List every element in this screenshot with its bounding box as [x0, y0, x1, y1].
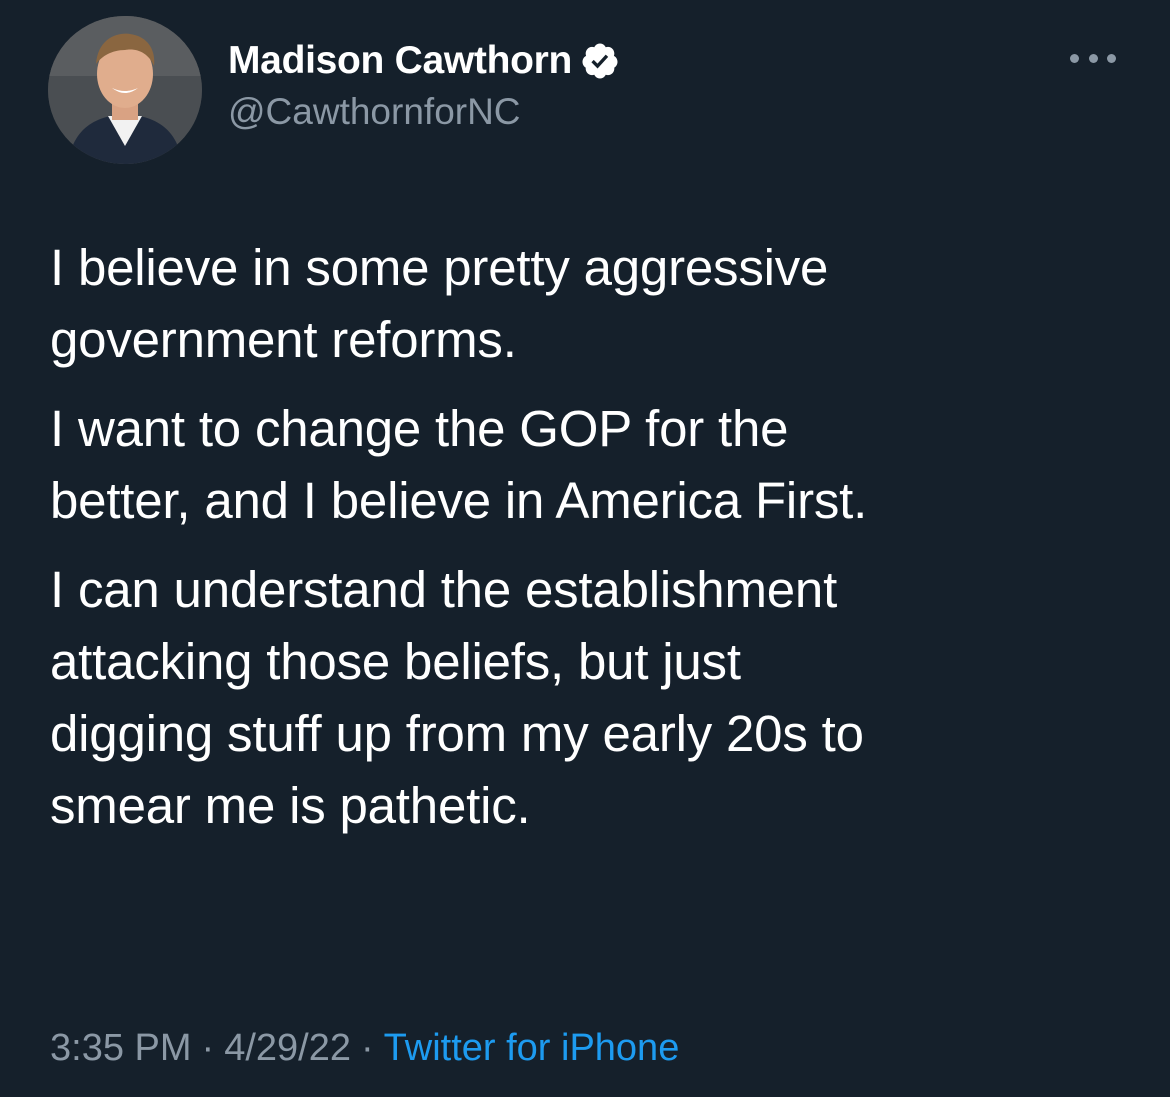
more-dot [1088, 53, 1098, 63]
verified-badge-icon [580, 41, 620, 81]
author-name-row[interactable]: Madison Cawthorn [228, 38, 620, 84]
avatar[interactable] [48, 16, 202, 164]
author-handle[interactable]: @CawthornforNC [228, 90, 521, 134]
display-name[interactable]: Madison Cawthorn [228, 38, 572, 84]
tweet: Madison Cawthorn @CawthornforNC I believ… [0, 0, 1170, 1097]
more-dot [1070, 53, 1079, 63]
more-dot [1107, 53, 1116, 63]
tweet-date[interactable]: 4/29/22 [224, 1027, 351, 1069]
more-options-icon[interactable] [1070, 48, 1116, 68]
tweet-source-link[interactable]: Twitter for iPhone [384, 1027, 680, 1069]
tweet-paragraph: I want to change the GOP for the better,… [50, 400, 868, 529]
separator: · [201, 1027, 215, 1069]
tweet-time[interactable]: 3:35 PM [50, 1027, 192, 1069]
tweet-text: I believe in some pretty aggressive gove… [50, 232, 1130, 859]
tweet-metadata: 3:35 PM · 4/29/22 · Twitter for iPhone [50, 1024, 679, 1072]
profile-photo [48, 16, 202, 164]
tweet-paragraph: I can understand the establishment attac… [50, 561, 864, 834]
tweet-paragraph: I believe in some pretty aggressive gove… [50, 239, 829, 368]
separator: · [360, 1027, 374, 1069]
